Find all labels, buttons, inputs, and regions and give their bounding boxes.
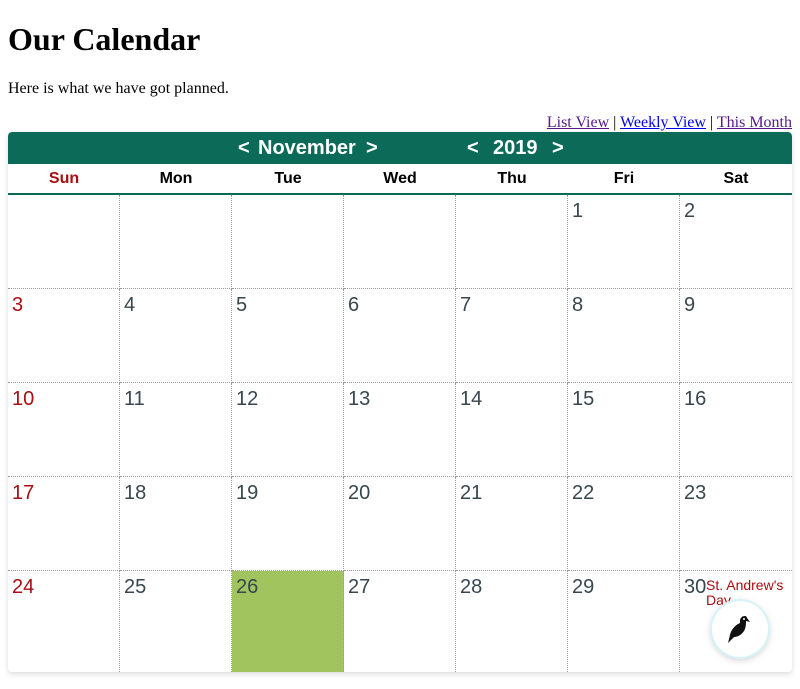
day-number: 17 [12,482,35,504]
day-number: 19 [236,482,259,504]
day-number: 4 [124,294,136,316]
empty-day-cell [8,195,120,289]
calendar-header: < November > < 2019 > [8,132,792,164]
day-number: 18 [124,482,147,504]
day-number: 13 [348,388,371,410]
bird-icon [728,616,750,643]
next-year-button[interactable]: > [552,137,564,159]
weekday-sun: Sun [48,170,80,187]
day-cell-4[interactable]: 4 [120,289,232,383]
day-number: 21 [460,482,483,504]
weekday-fri: Fri [613,170,635,187]
day-cell-7[interactable]: 7 [456,289,568,383]
day-cell-17[interactable]: 17 [8,477,120,571]
day-cell-18[interactable]: 18 [120,477,232,571]
day-number: 14 [460,388,483,410]
day-number: 26 [236,576,259,598]
day-number: 25 [124,576,147,598]
day-number: 10 [12,388,35,410]
weekday-thu: Thu [497,170,527,187]
calendar: < November > < 2019 > Sun Mon Tue Wed Thu Fri… [8,132,792,672]
day-cell-10[interactable]: 10 [8,383,120,477]
day-cell-13[interactable]: 13 [344,383,456,477]
day-cell-25[interactable]: 25 [120,571,232,672]
prev-month-button[interactable]: < [238,137,250,159]
prev-year-button[interactable]: < [467,137,479,159]
day-number: 20 [348,482,371,504]
day-cell-29[interactable]: 29 [568,571,680,672]
day-number: 3 [12,294,24,316]
day-cell-24[interactable]: 24 [8,571,120,672]
day-cell-14[interactable]: 14 [456,383,568,477]
day-cell-12[interactable]: 12 [232,383,344,477]
year-label: 2019 [493,137,538,159]
this-month-link[interactable]: This Month [717,114,792,131]
day-number: 30 [684,576,707,598]
weekday-mon: Mon [159,170,193,187]
day-cell-15[interactable]: 15 [568,383,680,477]
day-number: 2 [684,200,696,222]
page-title: Our Calendar [8,21,201,57]
day-cell-21[interactable]: 21 [456,477,568,571]
day-cell-9[interactable]: 9 [680,289,792,383]
separator: | [613,114,617,131]
weekly-view-link[interactable]: Weekly View [620,114,706,131]
empty-day-cell [120,195,232,289]
day-cell-22[interactable]: 22 [568,477,680,571]
day-number: 6 [348,294,360,316]
empty-day-cell [232,195,344,289]
month-label: November [258,137,356,159]
day-cell-28[interactable]: 28 [456,571,568,672]
weekday-header-row: Sun Mon Tue Wed Thu Fri Sat [8,164,792,195]
day-number: 11 [124,388,145,410]
weekday-tue: Tue [274,170,302,187]
day-number: 23 [684,482,707,504]
empty-day-cell [456,195,568,289]
day-number: 5 [236,294,248,316]
list-view-link[interactable]: List View [547,114,609,131]
floating-action-button[interactable] [712,601,768,657]
day-cell-6[interactable]: 6 [344,289,456,383]
view-links: List View | Weekly View | This Month [547,113,792,133]
separator: | [709,114,714,131]
day-cell-20[interactable]: 20 [344,477,456,571]
next-month-button[interactable]: > [366,137,378,159]
day-number: 1 [572,200,584,222]
day-number: 8 [572,294,584,316]
day-number: 9 [684,294,696,316]
day-number: 16 [684,388,707,410]
day-number: 7 [460,294,472,316]
day-number: 28 [460,576,483,598]
day-cell-23[interactable]: 23 [680,477,792,571]
day-cell-19[interactable]: 19 [232,477,344,571]
calendar-grid: 1 2 3 4 5 6 7 8 9 10 11 12 13 14 15 16 17 18 19 20 21 22 23 24 2… [8,195,792,672]
day-cell-1[interactable]: 1 [568,195,680,289]
day-cell-26[interactable]: 26 [232,571,344,672]
day-cell-3[interactable]: 3 [8,289,120,383]
day-number: 15 [572,388,595,410]
intro-text: Here is what we have got planned. [8,80,229,97]
day-number: 12 [236,388,259,410]
day-cell-8[interactable]: 8 [568,289,680,383]
weekday-sat: Sat [723,170,749,187]
day-number: 24 [12,576,35,598]
day-cell-16[interactable]: 16 [680,383,792,477]
day-cell-5[interactable]: 5 [232,289,344,383]
day-cell-11[interactable]: 11 [120,383,232,477]
empty-day-cell [344,195,456,289]
day-number: 22 [572,482,595,504]
day-cell-27[interactable]: 27 [344,571,456,672]
day-number: 29 [572,576,595,598]
weekday-wed: Wed [383,170,417,187]
day-number: 27 [348,576,371,598]
day-cell-2[interactable]: 2 [680,195,792,289]
